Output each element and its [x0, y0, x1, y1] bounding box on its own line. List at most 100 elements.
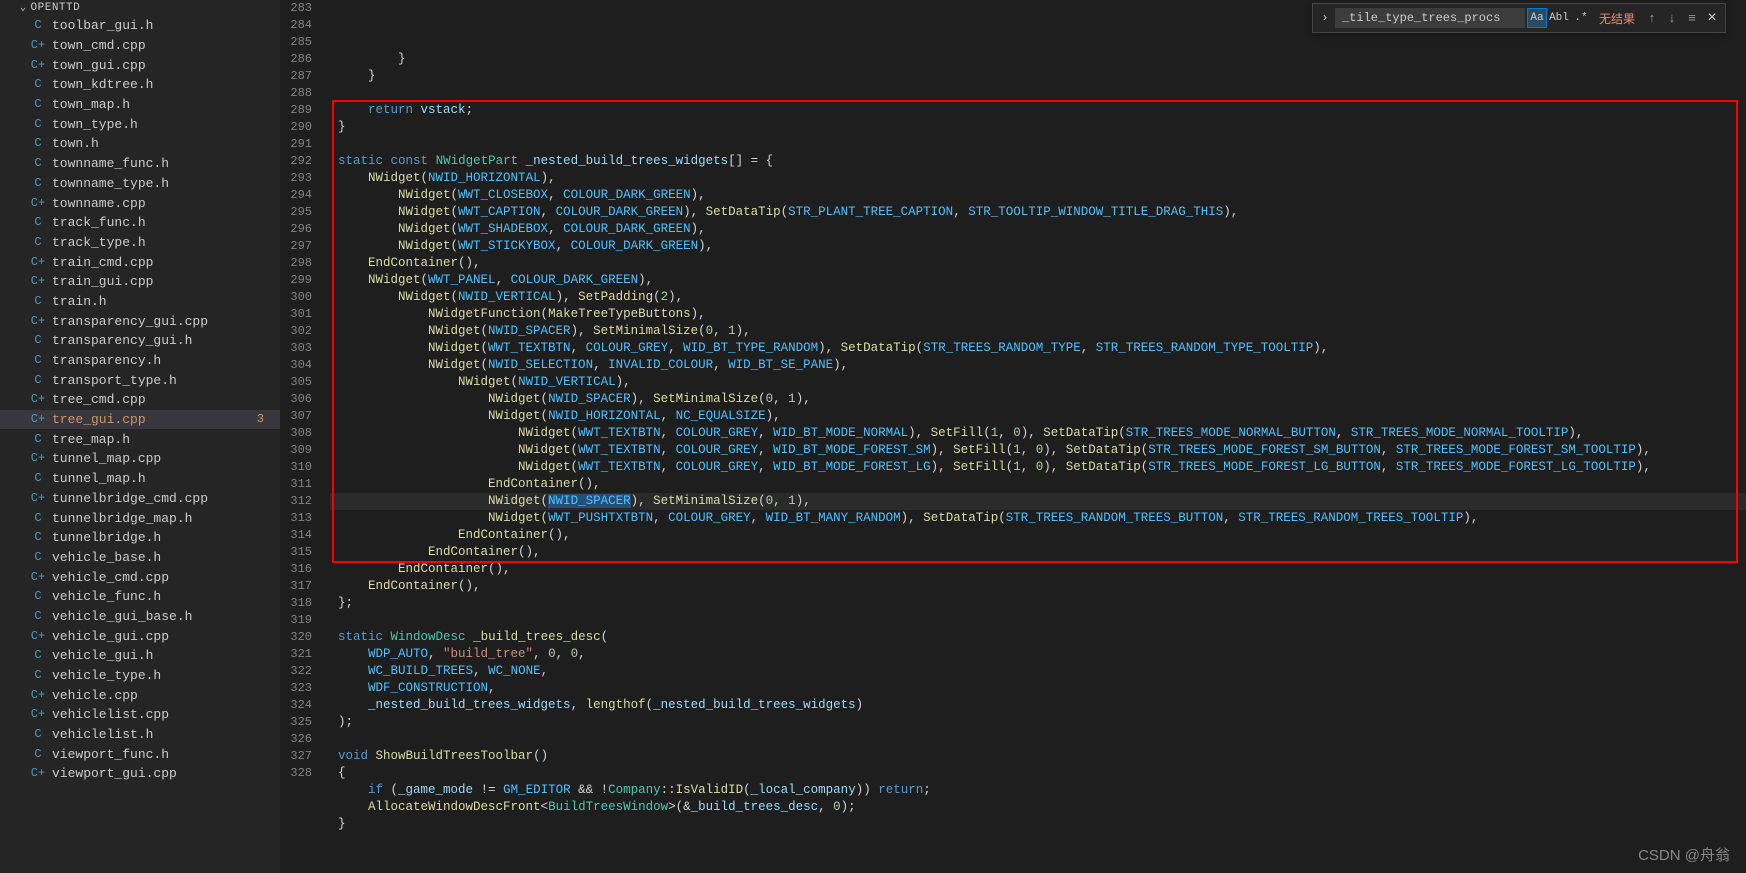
file-item-tree-cmd-cpp[interactable]: C+tree_cmd.cpp	[0, 390, 280, 410]
file-item-vehicle-base-h[interactable]: Cvehicle_base.h	[0, 548, 280, 568]
file-item-vehiclelist-cpp[interactable]: C+vehiclelist.cpp	[0, 705, 280, 725]
file-item-tunnelbridge-h[interactable]: Ctunnelbridge.h	[0, 528, 280, 548]
find-prev-icon[interactable]: ↑	[1643, 11, 1661, 26]
file-item-town-gui-cpp[interactable]: C+town_gui.cpp	[0, 55, 280, 75]
file-item-tree-map-h[interactable]: Ctree_map.h	[0, 429, 280, 449]
file-item-town-kdtree-h[interactable]: Ctown_kdtree.h	[0, 75, 280, 95]
code-line[interactable]: }	[330, 119, 1746, 136]
file-item-transparency-h[interactable]: Ctransparency.h	[0, 351, 280, 371]
file-explorer-sidebar[interactable]: ⌄ OPENTTD Ctoolbar_gui.hC+town_cmd.cppC+…	[0, 0, 280, 873]
code-line[interactable]	[330, 612, 1746, 629]
code-scroll-area[interactable]: 2832842852862872882892902912922932942952…	[280, 0, 1746, 873]
code-line[interactable]: NWidget(WWT_PANEL, COLOUR_DARK_GREEN),	[330, 272, 1746, 289]
file-item-track-type-h[interactable]: Ctrack_type.h	[0, 233, 280, 253]
code-line[interactable]: WC_BUILD_TREES, WC_NONE,	[330, 663, 1746, 680]
file-item-townname-type-h[interactable]: Ctownname_type.h	[0, 174, 280, 194]
file-item-tunnel-map-cpp[interactable]: C+tunnel_map.cpp	[0, 449, 280, 469]
match-word-toggle[interactable]: Abl	[1549, 8, 1569, 28]
code-line[interactable]: WDF_CONSTRUCTION,	[330, 680, 1746, 697]
code-line[interactable]: NWidget(NWID_SELECTION, INVALID_COLOUR, …	[330, 357, 1746, 374]
regex-toggle[interactable]: .*	[1571, 8, 1591, 28]
code-line[interactable]: static const NWidgetPart _nested_build_t…	[330, 153, 1746, 170]
explorer-folder-header[interactable]: ⌄ OPENTTD	[0, 0, 280, 16]
file-item-tunnelbridge-cmd-cpp[interactable]: C+tunnelbridge_cmd.cpp	[0, 489, 280, 509]
code-line[interactable]: EndContainer(),	[330, 476, 1746, 493]
file-item-transparency-gui-h[interactable]: Ctransparency_gui.h	[0, 331, 280, 351]
file-item-vehicle-cpp[interactable]: C+vehicle.cpp	[0, 685, 280, 705]
code-line[interactable]	[330, 85, 1746, 102]
file-item-transport-type-h[interactable]: Ctransport_type.h	[0, 370, 280, 390]
find-input[interactable]	[1335, 8, 1525, 28]
file-item-tunnel-map-h[interactable]: Ctunnel_map.h	[0, 469, 280, 489]
code-line[interactable]: NWidget(WWT_TEXTBTN, COLOUR_GREY, WID_BT…	[330, 425, 1746, 442]
code-line[interactable]: );	[330, 714, 1746, 731]
code-line[interactable]: AllocateWindowDescFront<BuildTreesWindow…	[330, 799, 1746, 816]
code-line[interactable]: NWidget(NWID_SPACER), SetMinimalSize(0, …	[330, 493, 1746, 510]
find-next-icon[interactable]: ↓	[1663, 11, 1681, 26]
match-case-toggle[interactable]: Aa	[1527, 8, 1547, 28]
code-line[interactable]: WDP_AUTO, "build_tree", 0, 0,	[330, 646, 1746, 663]
code-line[interactable]: NWidget(NWID_VERTICAL),	[330, 374, 1746, 391]
code-line[interactable]: }	[330, 816, 1746, 833]
file-item-viewport-func-h[interactable]: Cviewport_func.h	[0, 744, 280, 764]
file-item-vehicle-gui-base-h[interactable]: Cvehicle_gui_base.h	[0, 607, 280, 627]
file-item-town-map-h[interactable]: Ctown_map.h	[0, 95, 280, 115]
file-item-vehiclelist-h[interactable]: Cvehiclelist.h	[0, 725, 280, 745]
file-item-vehicle-gui-cpp[interactable]: C+vehicle_gui.cpp	[0, 626, 280, 646]
code-line[interactable]: NWidget(NWID_SPACER), SetMinimalSize(0, …	[330, 391, 1746, 408]
code-line[interactable]: if (_game_mode != GM_EDITOR && !Company:…	[330, 782, 1746, 799]
code-line[interactable]	[330, 731, 1746, 748]
code-line[interactable]: NWidget(NWID_VERTICAL), SetPadding(2),	[330, 289, 1746, 306]
file-item-toolbar-gui-h[interactable]: Ctoolbar_gui.h	[0, 16, 280, 36]
file-item-viewport-gui-cpp[interactable]: C+viewport_gui.cpp	[0, 764, 280, 784]
code-line[interactable]: NWidget(WWT_CAPTION, COLOUR_DARK_GREEN),…	[330, 204, 1746, 221]
code-line[interactable]: {	[330, 765, 1746, 782]
code-line[interactable]: EndContainer(),	[330, 544, 1746, 561]
code-line[interactable]: NWidget(WWT_SHADEBOX, COLOUR_DARK_GREEN)…	[330, 221, 1746, 238]
code-content[interactable]: } } return vstack;} static const NWidgetP…	[330, 0, 1746, 873]
file-item-vehicle-type-h[interactable]: Cvehicle_type.h	[0, 666, 280, 686]
code-line[interactable]: NWidget(WWT_STICKYBOX, COLOUR_DARK_GREEN…	[330, 238, 1746, 255]
file-item-train-cmd-cpp[interactable]: C+train_cmd.cpp	[0, 252, 280, 272]
file-item-transparency-gui-cpp[interactable]: C+transparency_gui.cpp	[0, 311, 280, 331]
code-line[interactable]: void ShowBuildTreesToolbar()	[330, 748, 1746, 765]
code-line[interactable]: EndContainer(),	[330, 527, 1746, 544]
file-item-tunnelbridge-map-h[interactable]: Ctunnelbridge_map.h	[0, 508, 280, 528]
code-line[interactable]: NWidget(NWID_SPACER), SetMinimalSize(0, …	[330, 323, 1746, 340]
find-menu-icon[interactable]: ≡	[1683, 11, 1701, 26]
code-line[interactable]: NWidget(NWID_HORIZONTAL),	[330, 170, 1746, 187]
file-item-train-gui-cpp[interactable]: C+train_gui.cpp	[0, 272, 280, 292]
code-line[interactable]: NWidget(WWT_TEXTBTN, COLOUR_GREY, WID_BT…	[330, 340, 1746, 357]
code-line[interactable]: NWidget(WWT_CLOSEBOX, COLOUR_DARK_GREEN)…	[330, 187, 1746, 204]
file-item-vehicle-cmd-cpp[interactable]: C+vehicle_cmd.cpp	[0, 567, 280, 587]
file-item-vehicle-gui-h[interactable]: Cvehicle_gui.h	[0, 646, 280, 666]
file-name-label: transparency_gui.h	[52, 331, 192, 350]
code-line[interactable]: }	[330, 68, 1746, 85]
code-line[interactable]: return vstack;	[330, 102, 1746, 119]
file-item-tree-gui-cpp[interactable]: C+tree_gui.cpp3	[0, 410, 280, 430]
code-line[interactable]: EndContainer(),	[330, 255, 1746, 272]
file-item-town-cmd-cpp[interactable]: C+town_cmd.cpp	[0, 36, 280, 56]
file-item-town-type-h[interactable]: Ctown_type.h	[0, 114, 280, 134]
file-item-track-func-h[interactable]: Ctrack_func.h	[0, 213, 280, 233]
code-line[interactable]: EndContainer(),	[330, 561, 1746, 578]
file-item-train-h[interactable]: Ctrain.h	[0, 292, 280, 312]
code-line[interactable]: NWidget(NWID_HORIZONTAL, NC_EQUALSIZE),	[330, 408, 1746, 425]
file-item-townname-cpp[interactable]: C+townname.cpp	[0, 193, 280, 213]
code-line[interactable]: }	[330, 51, 1746, 68]
code-line[interactable]: EndContainer(),	[330, 578, 1746, 595]
code-line[interactable]: NWidget(WWT_TEXTBTN, COLOUR_GREY, WID_BT…	[330, 442, 1746, 459]
code-line[interactable]	[330, 136, 1746, 153]
code-line[interactable]: };	[330, 595, 1746, 612]
expand-replace-icon[interactable]: ›	[1317, 11, 1333, 25]
close-icon[interactable]: ×	[1703, 9, 1721, 27]
file-item-town-h[interactable]: Ctown.h	[0, 134, 280, 154]
file-item-townname-func-h[interactable]: Ctownname_func.h	[0, 154, 280, 174]
file-type-icon: C+	[30, 410, 46, 429]
code-line[interactable]: NWidget(WWT_PUSHTXTBTN, COLOUR_GREY, WID…	[330, 510, 1746, 527]
code-line[interactable]: static WindowDesc _build_trees_desc(	[330, 629, 1746, 646]
code-line[interactable]: _nested_build_trees_widgets, lengthof(_n…	[330, 697, 1746, 714]
code-line[interactable]: NWidgetFunction(MakeTreeTypeButtons),	[330, 306, 1746, 323]
code-line[interactable]: NWidget(WWT_TEXTBTN, COLOUR_GREY, WID_BT…	[330, 459, 1746, 476]
file-item-vehicle-func-h[interactable]: Cvehicle_func.h	[0, 587, 280, 607]
